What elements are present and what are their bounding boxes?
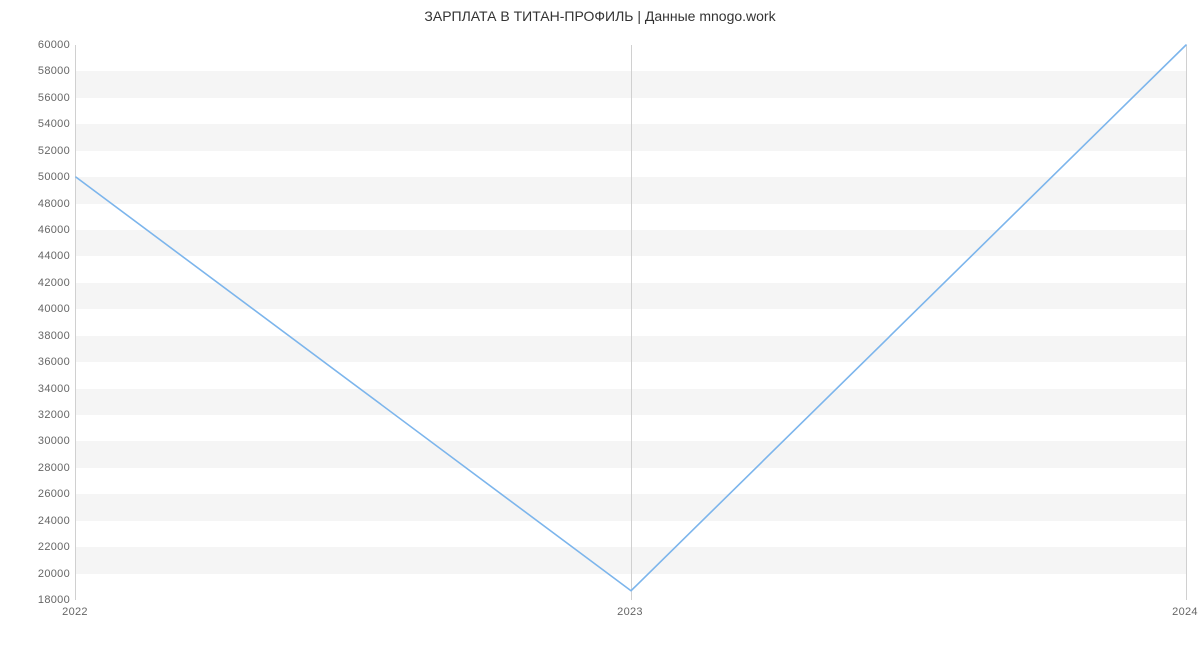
line-series [76, 45, 1186, 600]
grid-vline [1186, 45, 1187, 600]
y-tick-label: 56000 [10, 92, 70, 104]
y-tick-label: 18000 [10, 594, 70, 606]
y-tick-label: 38000 [10, 330, 70, 342]
y-tick-label: 42000 [10, 277, 70, 289]
y-tick-label: 58000 [10, 65, 70, 77]
y-tick-label: 22000 [10, 541, 70, 553]
y-tick-label: 60000 [10, 39, 70, 51]
y-tick-label: 46000 [10, 224, 70, 236]
y-tick-label: 26000 [10, 488, 70, 500]
y-tick-label: 32000 [10, 409, 70, 421]
y-tick-label: 30000 [10, 435, 70, 447]
y-tick-label: 44000 [10, 250, 70, 262]
y-tick-label: 28000 [10, 462, 70, 474]
x-tick-label: 2022 [62, 606, 88, 618]
chart-title: ЗАРПЛАТА В ТИТАН-ПРОФИЛЬ | Данные mnogo.… [0, 8, 1200, 24]
plot-area [75, 45, 1186, 600]
y-tick-label: 54000 [10, 118, 70, 130]
x-tick-label: 2024 [1172, 606, 1198, 618]
y-tick-label: 20000 [10, 568, 70, 580]
y-tick-label: 50000 [10, 171, 70, 183]
y-tick-label: 52000 [10, 145, 70, 157]
x-tick-label: 2023 [617, 606, 643, 618]
y-tick-label: 48000 [10, 198, 70, 210]
y-tick-label: 36000 [10, 356, 70, 368]
salary-line-chart: ЗАРПЛАТА В ТИТАН-ПРОФИЛЬ | Данные mnogo.… [0, 0, 1200, 650]
y-tick-label: 40000 [10, 303, 70, 315]
y-tick-label: 34000 [10, 383, 70, 395]
y-tick-label: 24000 [10, 515, 70, 527]
